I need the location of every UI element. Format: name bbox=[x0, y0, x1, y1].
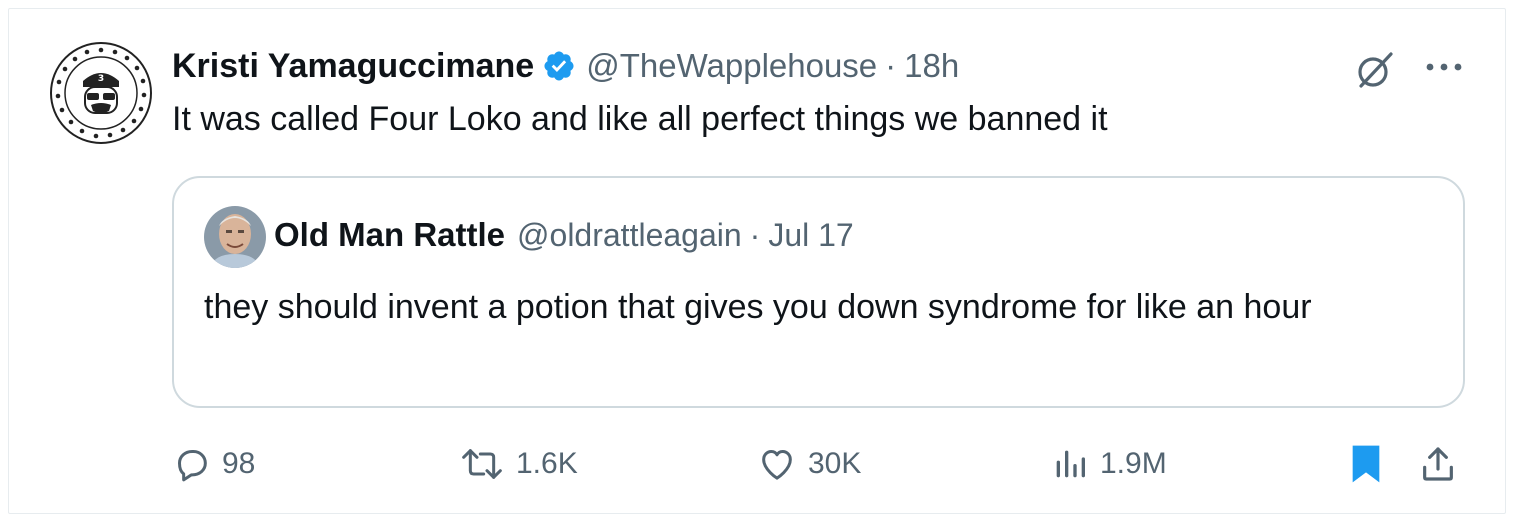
author-name[interactable]: Kristi Yamaguccimane bbox=[172, 47, 534, 86]
quoted-author-handle[interactable]: @oldrattleagain bbox=[517, 217, 742, 254]
more-icon[interactable] bbox=[1420, 50, 1468, 84]
tweet-text: It was called Four Loko and like all per… bbox=[172, 100, 1108, 138]
share-button[interactable] bbox=[1418, 440, 1458, 488]
quoted-tweet[interactable]: Old Man Rattle @oldrattleagain · Jul 17 … bbox=[172, 176, 1465, 408]
tweet-header: Kristi Yamaguccimane @TheWapplehouse · 1… bbox=[172, 44, 959, 88]
bookmark-icon bbox=[1346, 442, 1386, 486]
like-count: 30K bbox=[808, 447, 862, 480]
separator-dot: · bbox=[749, 216, 761, 253]
quoted-tweet-header: Old Man Rattle @oldrattleagain · Jul 17 bbox=[274, 216, 854, 254]
share-icon bbox=[1418, 443, 1458, 485]
tweet-time[interactable]: 18h bbox=[904, 47, 959, 85]
repost-count: 1.6K bbox=[516, 447, 578, 480]
repost-icon bbox=[458, 444, 506, 484]
bookmark-button[interactable] bbox=[1346, 440, 1386, 488]
quoted-author-name[interactable]: Old Man Rattle bbox=[274, 216, 505, 254]
reply-count: 98 bbox=[222, 447, 256, 480]
author-handle[interactable]: @TheWapplehouse bbox=[586, 47, 877, 85]
grok-icon[interactable] bbox=[1353, 48, 1397, 92]
separator-dot: · bbox=[885, 47, 897, 84]
quoted-tweet-text: they should invent a potion that gives y… bbox=[204, 288, 1312, 326]
views-icon bbox=[1050, 444, 1090, 484]
repost-button[interactable]: 1.6K bbox=[458, 440, 578, 488]
verified-badge-icon[interactable] bbox=[542, 49, 576, 83]
reply-button[interactable]: 98 bbox=[172, 440, 255, 488]
quoted-tweet-time[interactable]: Jul 17 bbox=[768, 217, 853, 254]
like-icon bbox=[756, 444, 798, 484]
views-button[interactable]: 1.9M bbox=[1050, 440, 1167, 488]
quoted-author-avatar[interactable] bbox=[204, 206, 266, 268]
like-button[interactable]: 30K bbox=[756, 440, 861, 488]
svg-text:3: 3 bbox=[98, 74, 104, 84]
author-avatar[interactable]: 3 bbox=[49, 41, 153, 145]
views-count: 1.9M bbox=[1100, 447, 1167, 480]
reply-icon bbox=[172, 444, 212, 484]
